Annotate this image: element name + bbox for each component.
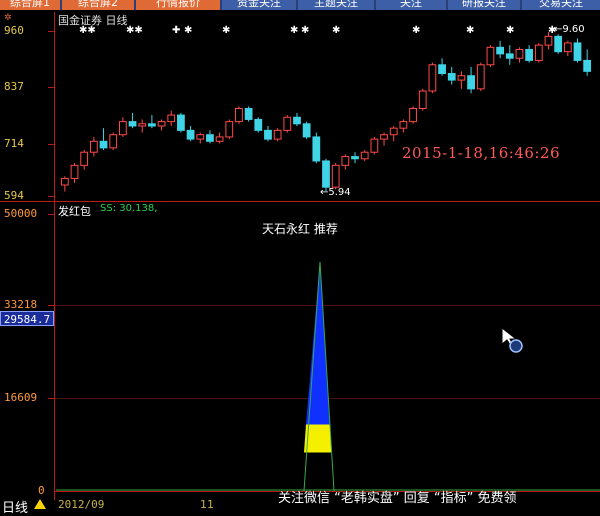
- candle: [273, 128, 282, 142]
- candle: [370, 136, 379, 155]
- candle: [264, 125, 272, 142]
- candle: [399, 119, 408, 133]
- candle: [331, 163, 340, 190]
- candle: [515, 47, 524, 63]
- candle: [496, 40, 504, 59]
- candle: [244, 106, 253, 122]
- candle: [467, 66, 475, 94]
- candle: [505, 45, 514, 65]
- candle: [206, 130, 214, 144]
- candle: [283, 115, 292, 133]
- candle: [302, 121, 311, 140]
- candle: [380, 132, 388, 146]
- candle: [235, 106, 243, 124]
- candle: [534, 42, 543, 63]
- candle: [196, 132, 205, 144]
- candle: [109, 132, 118, 151]
- candle: [157, 119, 166, 131]
- candle: [293, 112, 301, 126]
- candle: [418, 88, 427, 111]
- price-chart: [56, 32, 600, 492]
- candle: [447, 66, 456, 85]
- date-label: 2012/09: [58, 498, 105, 511]
- candle: [80, 150, 89, 170]
- candle: [583, 49, 592, 76]
- candle: [138, 119, 147, 133]
- candle: [89, 136, 98, 157]
- candle: [312, 132, 321, 164]
- watermark-text: 关注微信 “老韩实盘” 回复 “指标” 免费领: [278, 491, 517, 506]
- candle: [118, 117, 127, 137]
- candle: [476, 62, 485, 92]
- candle: [438, 58, 446, 76]
- date-tick-label: 11: [200, 498, 214, 511]
- candle: [128, 112, 137, 129]
- candle: [389, 125, 398, 142]
- candle: [254, 117, 263, 133]
- period-selector[interactable]: 日线: [2, 497, 28, 516]
- candle: [99, 128, 108, 151]
- candle: [186, 125, 195, 142]
- candle: [486, 45, 495, 67]
- candle: [563, 40, 572, 57]
- candle: [148, 115, 156, 129]
- candle: [554, 34, 563, 54]
- candle: [215, 132, 224, 144]
- candle: [225, 119, 234, 140]
- candle: [428, 62, 437, 94]
- candle: [525, 45, 534, 63]
- candle: [341, 154, 350, 170]
- candle: [409, 106, 417, 124]
- candle: [322, 158, 330, 192]
- candle: [177, 112, 185, 133]
- candle: [70, 163, 79, 183]
- candle: [167, 110, 176, 126]
- candle: [573, 38, 582, 63]
- candle: [360, 150, 369, 161]
- triangle-up-icon[interactable]: [34, 499, 46, 509]
- candle: [351, 152, 359, 164]
- candle: [457, 71, 466, 89]
- candle: [544, 32, 553, 50]
- mouse-cursor-icon: [501, 326, 523, 353]
- candle: [60, 176, 69, 192]
